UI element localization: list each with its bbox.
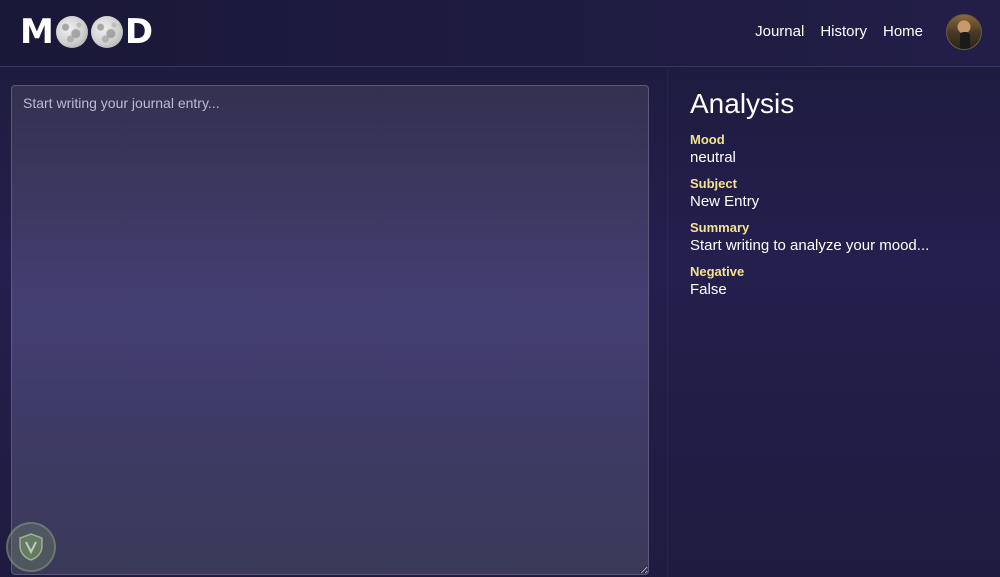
mood-value: neutral — [690, 149, 736, 166]
analysis-field-mood: Mood neutral — [690, 132, 990, 168]
subject-label: Subject — [690, 176, 737, 191]
panel-divider — [667, 67, 668, 577]
nav-link-journal[interactable]: Journal — [753, 21, 806, 42]
shield-icon-svg — [19, 533, 43, 561]
analysis-field-summary: Summary Start writing to analyze your mo… — [690, 220, 990, 256]
analysis-title: Analysis — [690, 88, 795, 119]
nav-link-history[interactable]: History — [818, 21, 869, 42]
shield-icon — [6, 522, 56, 572]
logo-letter-m: M — [20, 12, 54, 52]
negative-label: Negative — [690, 264, 745, 279]
analysis-field-negative: Negative False — [690, 264, 990, 300]
top-navbar: M D Journal History Home — [0, 0, 1000, 67]
moon-icon — [55, 16, 88, 48]
negative-value: False — [690, 281, 727, 298]
user-avatar[interactable] — [946, 14, 982, 50]
subject-value: New Entry — [690, 193, 760, 210]
mood-label: Mood — [690, 132, 725, 147]
mood-logo[interactable]: M D — [20, 12, 154, 52]
nav-links: Journal History Home — [753, 21, 925, 42]
nav-link-home[interactable]: Home — [881, 21, 925, 42]
moon-icon — [90, 16, 123, 48]
analysis-panel: Analysis Mood neutral Subject New Entry … — [690, 88, 990, 300]
journal-editor-container — [11, 85, 649, 575]
logo-letter-d: D — [124, 12, 154, 52]
journal-entry-textarea[interactable] — [11, 85, 649, 575]
summary-value: Start writing to analyze your mood... — [690, 237, 930, 254]
summary-label: Summary — [690, 220, 750, 235]
analysis-field-subject: Subject New Entry — [690, 176, 990, 212]
